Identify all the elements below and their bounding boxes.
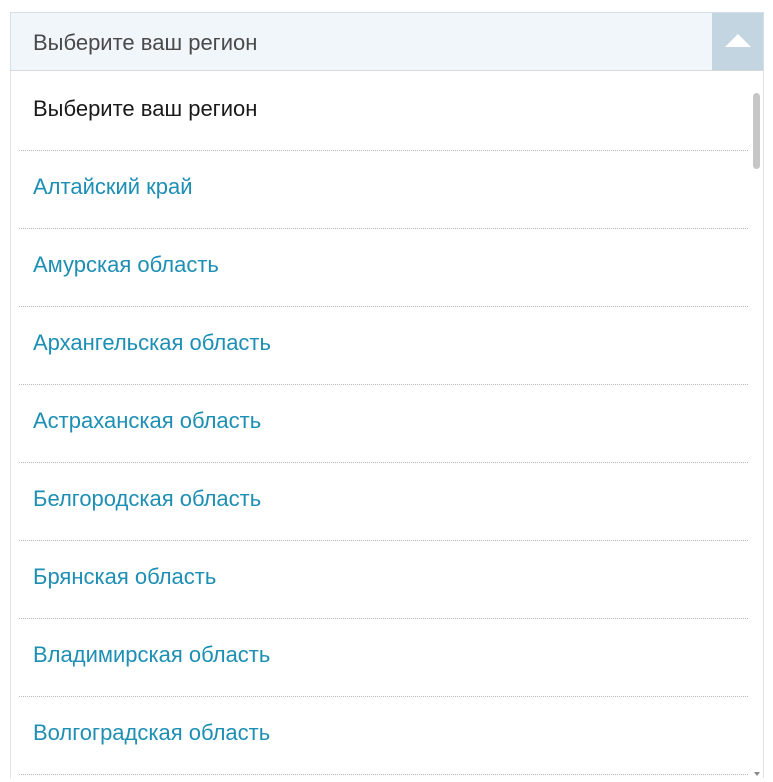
option-label: Владимирская область: [33, 642, 271, 667]
scroll-down-arrow-icon[interactable]: [754, 772, 760, 776]
list-item[interactable]: Брянская область: [19, 541, 748, 619]
list-item[interactable]: Архангельская область: [19, 307, 748, 385]
options-list-panel: Выберите ваш регион Алтайский край Амурс…: [10, 71, 764, 778]
list-item[interactable]: Волгоградская область: [19, 697, 748, 775]
option-label: Выберите ваш регион: [33, 96, 258, 121]
list-item[interactable]: Амурская область: [19, 229, 748, 307]
region-dropdown[interactable]: Выберите ваш регион Выберите ваш регион …: [10, 12, 764, 778]
option-label: Амурская область: [33, 252, 219, 277]
option-label: Белгородская область: [33, 486, 262, 511]
option-label: Волгоградская область: [33, 720, 271, 745]
list-item[interactable]: Белгородская область: [19, 463, 748, 541]
option-label: Архангельская область: [33, 330, 271, 355]
options-list: Выберите ваш регион Алтайский край Амурс…: [11, 71, 751, 775]
scrollbar-thumb[interactable]: [753, 93, 760, 169]
list-item[interactable]: Выберите ваш регион: [19, 71, 748, 151]
dropdown-toggle-button[interactable]: [712, 13, 763, 70]
list-item[interactable]: Владимирская область: [19, 619, 748, 697]
option-label: Алтайский край: [33, 174, 193, 199]
list-item[interactable]: Алтайский край: [19, 151, 748, 229]
region-select[interactable]: Выберите ваш регион: [10, 12, 764, 71]
triangle-up-icon: [725, 34, 751, 47]
selected-value: Выберите ваш регион: [33, 30, 258, 55]
list-item[interactable]: Астраханская область: [19, 385, 748, 463]
option-label: Астраханская область: [33, 408, 262, 433]
scrollbar[interactable]: [750, 71, 763, 778]
option-label: Брянская область: [33, 564, 217, 589]
